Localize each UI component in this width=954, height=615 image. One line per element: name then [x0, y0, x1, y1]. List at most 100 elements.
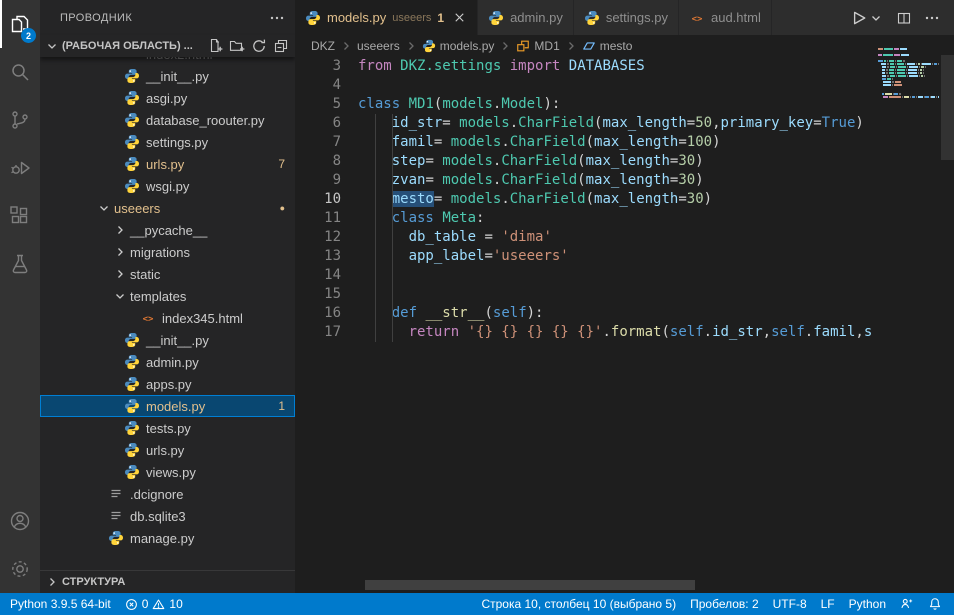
collapse-all-button[interactable]	[273, 38, 289, 54]
new-file-button[interactable]	[207, 38, 223, 54]
code-line-16: 16 def __str__(self):	[295, 304, 954, 323]
tree-file-settings.py[interactable]: settings.py	[40, 131, 295, 153]
tree-file-views.py[interactable]: views.py	[40, 461, 295, 483]
minimap-line	[878, 72, 940, 74]
filelines-icon	[108, 486, 124, 502]
horizontal-scrollbar[interactable]	[365, 580, 695, 590]
activity-item-run-debug[interactable]	[0, 144, 40, 192]
tree-item-label: index345.html	[162, 311, 243, 326]
status-feedback[interactable]	[900, 597, 914, 611]
chevron-right-icon	[338, 38, 354, 54]
status-problems[interactable]: 010	[125, 597, 183, 611]
workspace-section-header[interactable]: (РАБОЧАЯ ОБЛАСТЬ) ...	[40, 35, 295, 57]
status-eol[interactable]: LF	[821, 597, 835, 611]
outline-section-header[interactable]: СТРУКТУРА	[40, 570, 295, 593]
tree-folder-migrations[interactable]: migrations	[40, 241, 295, 263]
tab-admin.py[interactable]: admin.py	[478, 0, 574, 35]
run-button[interactable]	[849, 9, 884, 27]
new-folder-button[interactable]	[229, 38, 245, 54]
tree-file-wsgi.py[interactable]: wsgi.py	[40, 175, 295, 197]
tab-badge: 1	[437, 11, 444, 25]
bell-icon	[928, 597, 942, 611]
tree-file-database_roouter.py[interactable]: database_roouter.py	[40, 109, 295, 131]
tree-file-admin.py[interactable]: admin.py	[40, 351, 295, 373]
breadcrumb-item-DKZ[interactable]: DKZ	[311, 39, 335, 53]
tree-item-label: __init__.py	[146, 333, 209, 348]
split-editor-button[interactable]	[896, 10, 912, 26]
breadcrumb-item-MD1[interactable]: MD1	[516, 39, 559, 53]
tree-item-label: apps.py	[146, 377, 192, 392]
minimap[interactable]	[878, 48, 940, 99]
filelines-icon	[108, 508, 124, 524]
status-notifications[interactable]	[928, 597, 942, 611]
tree-item-label: urls.py	[146, 157, 184, 172]
line-number: 6	[295, 114, 341, 133]
python-icon	[124, 354, 140, 370]
activity-item-testing[interactable]	[0, 240, 40, 288]
editor-more-button[interactable]	[924, 10, 940, 26]
tree-folder-templates[interactable]: templates	[40, 285, 295, 307]
indent-guide	[392, 133, 393, 152]
status-indentation[interactable]: Пробелов: 2	[690, 597, 759, 611]
python-icon	[488, 10, 504, 26]
refresh-button[interactable]	[251, 38, 267, 54]
activity-item-search[interactable]	[0, 48, 40, 96]
tree-file-__init__.py[interactable]: __init__.py	[40, 65, 295, 87]
code-line-4: 4	[295, 76, 954, 95]
activity-item-explorer[interactable]: 2	[0, 0, 40, 48]
breadcrumb-item-useeers[interactable]: useeers	[357, 39, 400, 53]
activity-item-account[interactable]	[0, 497, 40, 545]
activity-item-extensions[interactable]	[0, 192, 40, 240]
settings-gear-icon	[8, 557, 32, 581]
status-bar: Python 3.9.5 64-bit 010 Строка 10, столбе…	[0, 593, 954, 615]
tree-file-models.py[interactable]: models.py1	[40, 395, 295, 417]
status-python-version[interactable]: Python 3.9.5 64-bit	[10, 597, 111, 611]
tree-file-manage.py[interactable]: manage.py	[40, 527, 295, 549]
class-icon	[516, 39, 530, 53]
feedback-icon	[900, 597, 914, 611]
tree-file-index345.html[interactable]: <> index345.html	[40, 307, 295, 329]
more-icon	[924, 10, 940, 26]
tab-models.py[interactable]: models.pyuseeers1	[295, 0, 478, 35]
tab-label: aud.html	[711, 10, 761, 25]
explorer-more-button[interactable]	[269, 10, 285, 26]
line-content: class Meta:	[358, 209, 484, 228]
tree-file-urls.py[interactable]: urls.py	[40, 439, 295, 461]
vertical-scrollbar[interactable]	[941, 55, 954, 160]
tab-aud.html[interactable]: <>aud.html	[679, 0, 772, 35]
tree-file-urls.py[interactable]: urls.py7	[40, 153, 295, 175]
indent-guide	[392, 152, 393, 171]
line-number: 13	[295, 247, 341, 266]
tree-file-.dcignore[interactable]: .dcignore	[40, 483, 295, 505]
tree-file-db.sqlite3[interactable]: db.sqlite3	[40, 505, 295, 527]
code-line-3: 3from DKZ.settings import DATABASES	[295, 57, 954, 76]
close-icon[interactable]	[452, 10, 467, 25]
status-encoding[interactable]: UTF-8	[773, 597, 807, 611]
line-number: 16	[295, 304, 341, 323]
tree-file-index2.html[interactable]: <>index2.html	[40, 57, 295, 65]
status-cursor-position[interactable]: Строка 10, столбец 10 (выбрано 5)	[481, 597, 676, 611]
python-icon	[124, 112, 140, 128]
tab-settings.py[interactable]: settings.py	[574, 0, 679, 35]
python-icon	[305, 10, 321, 26]
tree-folder-static[interactable]: static	[40, 263, 295, 285]
status-language-mode[interactable]: Python	[849, 597, 886, 611]
minimap-line	[878, 84, 940, 86]
code-line-12: 12 db_table = 'dima'	[295, 228, 954, 247]
tree-file-apps.py[interactable]: apps.py	[40, 373, 295, 395]
tree-folder-useeers[interactable]: useeers●	[40, 197, 295, 219]
code-editor[interactable]: 3from DKZ.settings import DATABASES45cla…	[295, 57, 954, 342]
breadcrumb-item-models.py[interactable]: models.py	[422, 39, 495, 53]
tree-item-label: models.py	[146, 399, 205, 414]
tree-file-__init__.py[interactable]: __init__.py	[40, 329, 295, 351]
tree-file-asgi.py[interactable]: asgi.py	[40, 87, 295, 109]
breadcrumb-item-mesto[interactable]: mesto	[582, 39, 633, 53]
tree-file-tests.py[interactable]: tests.py	[40, 417, 295, 439]
activity-item-source-control[interactable]	[0, 96, 40, 144]
html-icon: <>	[140, 310, 156, 326]
tree-folder-__pycache__[interactable]: __pycache__	[40, 219, 295, 241]
chevron-down-icon	[44, 38, 60, 54]
outline-label: СТРУКТУРА	[62, 576, 125, 588]
activity-item-settings[interactable]	[0, 545, 40, 593]
explorer-panel-header: ПРОВОДНИК	[40, 0, 295, 35]
